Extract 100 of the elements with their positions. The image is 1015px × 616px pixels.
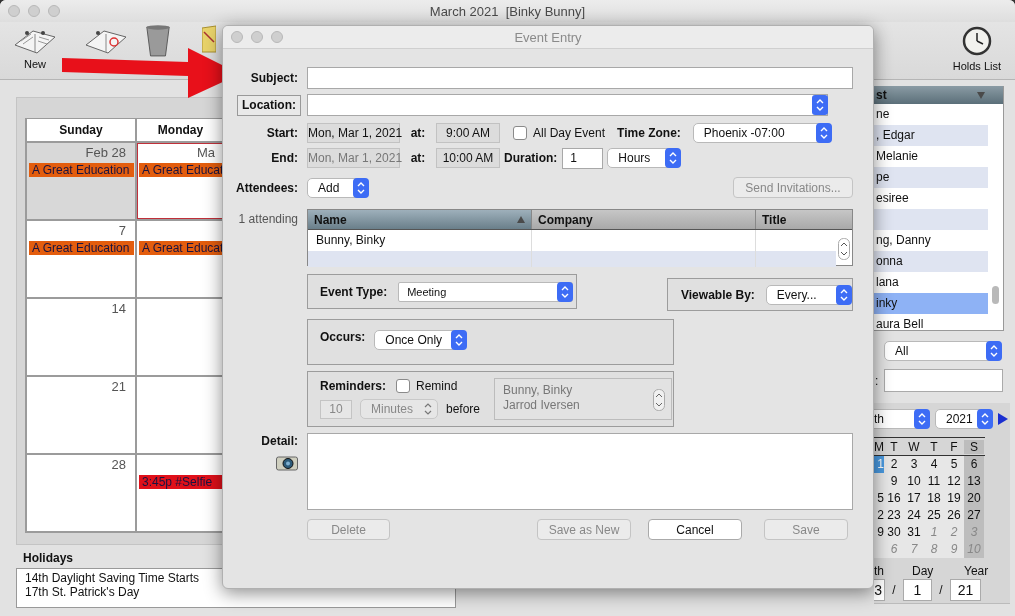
mini-calendar-day[interactable]: 26 [944,507,964,524]
column-header[interactable]: Title [756,210,852,229]
holiday-item[interactable]: 17th St. Patrick's Day [25,585,140,599]
minimize-button[interactable] [28,5,40,17]
mini-calendar-day[interactable]: 4 [924,456,944,473]
subject-field[interactable] [307,67,853,89]
minimize-button[interactable] [251,31,263,43]
location-field[interactable] [307,94,828,116]
stepper-icon[interactable] [838,238,850,260]
mini-calendar-day[interactable]: 13 [964,473,984,490]
column-header[interactable]: Company [532,210,756,229]
add-dropdown[interactable]: Add [307,177,369,198]
mini-calendar-day[interactable]: 18 [924,490,944,507]
person-row[interactable]: ng, Danny [874,230,988,251]
end-time-field[interactable]: 10:00 AM [436,148,500,168]
close-button[interactable] [231,31,243,43]
person-row[interactable]: onna [874,251,988,272]
duration-label: Duration: [504,151,558,165]
mini-calendar-day[interactable]: 30 [884,524,904,541]
person-row[interactable]: ne [874,104,988,125]
calendar-day-cell[interactable]: 14 [27,299,137,375]
mini-calendar-day[interactable] [874,473,884,490]
mini-calendar-day[interactable]: 20 [964,490,984,507]
new-button[interactable]: New [12,22,58,70]
calendar-event[interactable]: A Great Education [29,241,134,255]
zoom-button[interactable] [271,31,283,43]
day-field[interactable]: 1 [903,579,932,601]
person-row[interactable]: lana [874,272,988,293]
attendees-label: Attendees: [235,180,298,195]
at-label: at: [409,151,427,165]
time-zone-dropdown[interactable]: Phoenix -07:00 [692,123,832,143]
mini-calendar-day[interactable]: 27 [964,507,984,524]
calendar-day-cell[interactable]: 28 [27,455,137,531]
duration-field[interactable]: 1 [562,147,604,169]
calendar-event[interactable]: A Great Education [29,163,134,177]
start-date-field[interactable]: Mon, Mar 1, 2021 [307,123,400,143]
person-row[interactable]: , Edgar [874,125,988,146]
day-number: 7 [118,223,126,238]
list-header[interactable]: st [874,86,1003,104]
person-row[interactable]: pe [874,167,988,188]
year-field[interactable]: 21 [950,579,981,601]
viewable-by-dropdown[interactable]: Every... [765,284,852,305]
detail-text-area[interactable] [307,433,853,510]
calendar-day-cell[interactable]: 3:45p #Selfie [137,455,224,531]
location-button[interactable]: Location: [237,94,301,116]
mini-calendar-day[interactable]: 17 [904,490,924,507]
mini-calendar-day[interactable] [874,541,884,558]
calendar-day-cell[interactable]: 7 A Great Education [27,221,137,297]
mini-calendar-day[interactable]: 2 [884,456,904,473]
mini-calendar-day[interactable]: 5 [944,456,964,473]
mini-calendar-day[interactable]: 23 [884,507,904,524]
mini-calendar-day[interactable]: 19 [944,490,964,507]
mini-calendar-day[interactable]: 6 [964,456,984,473]
mini-calendar-day[interactable]: 2 [874,507,884,524]
zoom-button[interactable] [48,5,60,17]
duration-unit-dropdown[interactable]: Hours [607,148,682,168]
scrollbar[interactable] [992,286,999,304]
mini-calendar-day[interactable]: 9 [884,473,904,490]
person-row[interactable]: inky [874,293,988,314]
dialog-button[interactable]: Cancel [648,519,742,540]
person-row[interactable] [874,209,988,230]
calendar-day-cell[interactable]: 21 [27,377,137,453]
column-header[interactable]: Name [308,210,532,229]
calendar-event[interactable]: 3:45p #Selfie [139,475,224,489]
person-row[interactable]: Melanie [874,146,988,167]
filter-dropdown[interactable]: All [884,341,1002,361]
event-type-dropdown[interactable]: Meeting [398,281,574,302]
mini-calendar-day[interactable]: 11 [924,473,944,490]
person-row[interactable]: aura Bell [874,314,988,330]
search-field[interactable] [884,369,1003,392]
start-time-field[interactable]: 9:00 AM [436,123,500,143]
holds-list-button[interactable]: Holds List [952,22,1001,72]
mini-calendar-day[interactable]: 31 [904,524,924,541]
time-zone-label: Time Zone: [617,126,681,140]
mini-calendar-day[interactable]: 3 [904,456,924,473]
camera-icon[interactable] [276,455,298,471]
month-field[interactable]: 3 [874,579,885,601]
mini-calendar-day[interactable]: 9 [874,524,884,541]
calendar-day-cell[interactable] [137,299,224,375]
mini-calendar-day[interactable]: 16 [884,490,904,507]
calendar-day-cell[interactable]: Feb 28 A Great Education [27,143,137,219]
mini-calendar-day[interactable]: 5 [874,490,884,507]
mini-calendar-day[interactable]: 24 [904,507,924,524]
calendar-day-cell[interactable] [137,377,224,453]
year-dropdown[interactable]: 2021 [935,409,993,429]
mini-calendar-day[interactable]: 10 [904,473,924,490]
trash-icon [144,24,172,58]
month-dropdown[interactable]: th [874,409,930,429]
mini-calendar-day[interactable]: 25 [924,507,944,524]
remind-label: Remind [416,379,458,393]
person-row[interactable]: esiree [874,188,988,209]
stepper-icon[interactable] [812,95,828,115]
next-month-icon[interactable] [998,413,1008,425]
trash-button[interactable] [144,22,172,58]
mini-calendar-day[interactable]: 12 [944,473,964,490]
close-button[interactable] [8,5,20,17]
holiday-item[interactable]: 14th Daylight Saving Time Starts [25,571,200,585]
note-button[interactable] [202,22,216,54]
all-day-checkbox[interactable] [513,126,527,140]
occurs-dropdown[interactable]: Once Only [374,330,468,350]
